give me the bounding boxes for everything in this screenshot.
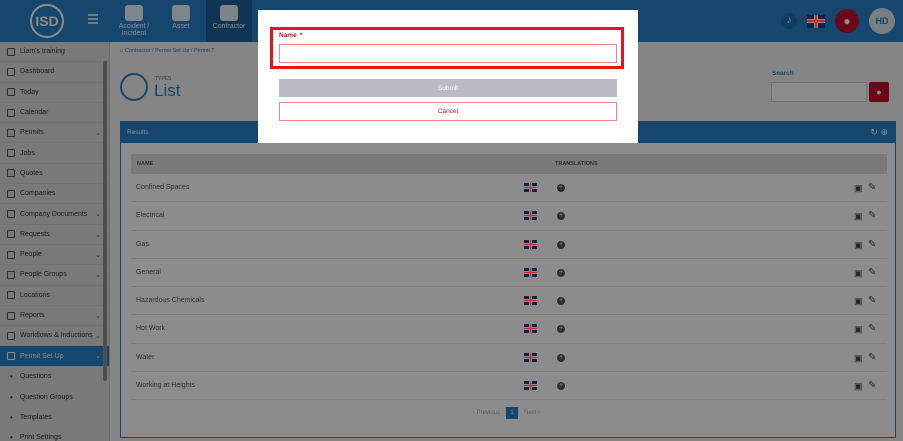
submit-button[interactable]: Submit [279,79,617,97]
name-field-label: Name * [279,32,303,39]
cancel-button[interactable]: Cancel [279,102,617,121]
new-type-modal: Name * Submit Cancel [258,10,638,143]
name-input[interactable] [279,44,617,63]
required-asterisk: * [299,32,303,39]
